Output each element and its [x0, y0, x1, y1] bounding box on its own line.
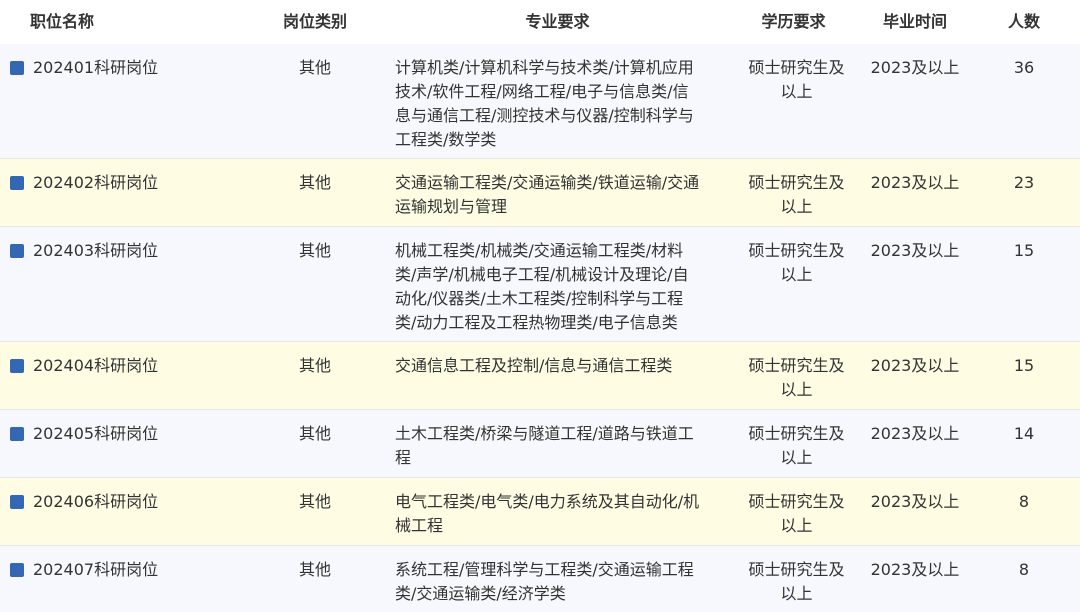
headcount: 36 — [1013, 58, 1035, 77]
graduation-time: 2023及以上 — [870, 356, 960, 375]
headcount: 15 — [1013, 356, 1035, 375]
table-row: 202404科研岗位 其他 交通信息工程及控制/信息与通信工程类 硕士研究生及以… — [0, 342, 1080, 410]
headcount: 8 — [1018, 560, 1030, 579]
education-requirement: 硕士研究生及以上 — [748, 424, 845, 467]
position-type: 其他 — [298, 356, 331, 375]
education-requirement: 硕士研究生及以上 — [748, 241, 845, 284]
header-major: 专业要求 — [525, 12, 590, 31]
position-type: 其他 — [298, 560, 331, 579]
table-header: 职位名称 岗位类别 专业要求 学历要求 毕业时间 人数 — [0, 0, 1080, 44]
position-type: 其他 — [298, 424, 331, 443]
square-bullet-icon — [10, 176, 24, 190]
position-name: 202407科研岗位 — [33, 560, 159, 579]
position-type: 其他 — [298, 58, 331, 77]
position-type: 其他 — [298, 173, 331, 192]
position-name-cell: 202403科研岗位 — [0, 227, 240, 341]
table-row: 202403科研岗位 其他 机械工程类/机械类/交通运输工程类/材料类/声学/机… — [0, 227, 1080, 342]
header-graduation: 毕业时间 — [882, 12, 947, 31]
header-position-type: 岗位类别 — [282, 12, 347, 31]
education-requirement: 硕士研究生及以上 — [748, 560, 845, 603]
square-bullet-icon — [10, 359, 24, 373]
position-name-cell: 202406科研岗位 — [0, 478, 240, 545]
position-name-cell: 202401科研岗位 — [0, 44, 240, 158]
position-name: 202404科研岗位 — [33, 356, 159, 375]
position-name-cell: 202402科研岗位 — [0, 159, 240, 226]
headcount: 15 — [1013, 241, 1035, 260]
position-name: 202406科研岗位 — [33, 492, 159, 511]
table-row: 202402科研岗位 其他 交通运输工程类/交通运输类/铁道运输/交通运输规划与… — [0, 159, 1080, 227]
square-bullet-icon — [10, 563, 24, 577]
graduation-time: 2023及以上 — [870, 241, 960, 260]
graduation-time: 2023及以上 — [870, 58, 960, 77]
graduation-time: 2023及以上 — [870, 492, 960, 511]
headcount: 14 — [1013, 424, 1035, 443]
position-name: 202401科研岗位 — [33, 58, 159, 77]
table-row: 202405科研岗位 其他 土木工程类/桥梁与隧道工程/道路与铁道工程 硕士研究… — [0, 410, 1080, 478]
major-requirement: 土木工程类/桥梁与隧道工程/道路与铁道工程 — [395, 424, 694, 467]
square-bullet-icon — [10, 495, 24, 509]
positions-table: 职位名称 岗位类别 专业要求 学历要求 毕业时间 人数 202401科研岗位 其… — [0, 0, 1080, 612]
position-type: 其他 — [298, 241, 331, 260]
position-name: 202405科研岗位 — [33, 424, 159, 443]
table-row: 202401科研岗位 其他 计算机类/计算机科学与技术类/计算机应用技术/软件工… — [0, 44, 1080, 159]
position-name: 202403科研岗位 — [33, 241, 159, 260]
square-bullet-icon — [10, 427, 24, 441]
major-requirement: 交通信息工程及控制/信息与通信工程类 — [395, 356, 673, 375]
header-position-name: 职位名称 — [30, 12, 95, 31]
header-education: 学历要求 — [761, 12, 826, 31]
table-row: 202406科研岗位 其他 电气工程类/电气类/电力系统及其自动化/机械工程 硕… — [0, 478, 1080, 546]
headcount: 8 — [1018, 492, 1030, 511]
education-requirement: 硕士研究生及以上 — [748, 173, 845, 216]
graduation-time: 2023及以上 — [870, 560, 960, 579]
education-requirement: 硕士研究生及以上 — [748, 356, 845, 399]
major-requirement: 系统工程/管理科学与工程类/交通运输工程类/交通运输类/经济学类 — [395, 560, 694, 603]
square-bullet-icon — [10, 244, 24, 258]
position-name-cell: 202404科研岗位 — [0, 342, 240, 409]
graduation-time: 2023及以上 — [870, 424, 960, 443]
position-name-cell: 202405科研岗位 — [0, 410, 240, 477]
square-bullet-icon — [10, 61, 24, 75]
table-row: 202407科研岗位 其他 系统工程/管理科学与工程类/交通运输工程类/交通运输… — [0, 546, 1080, 612]
education-requirement: 硕士研究生及以上 — [748, 492, 845, 535]
header-count: 人数 — [1007, 12, 1040, 31]
major-requirement: 交通运输工程类/交通运输类/铁道运输/交通运输规划与管理 — [395, 173, 700, 216]
position-name-cell: 202407科研岗位 — [0, 546, 240, 612]
position-type: 其他 — [298, 492, 331, 511]
graduation-time: 2023及以上 — [870, 173, 960, 192]
headcount: 23 — [1013, 173, 1035, 192]
major-requirement: 机械工程类/机械类/交通运输工程类/材料类/声学/机械电子工程/机械设计及理论/… — [395, 241, 689, 332]
major-requirement: 电气工程类/电气类/电力系统及其自动化/机械工程 — [395, 492, 700, 535]
education-requirement: 硕士研究生及以上 — [748, 58, 845, 101]
position-name: 202402科研岗位 — [33, 173, 159, 192]
major-requirement: 计算机类/计算机科学与技术类/计算机应用技术/软件工程/网络工程/电子与信息类/… — [395, 58, 694, 149]
